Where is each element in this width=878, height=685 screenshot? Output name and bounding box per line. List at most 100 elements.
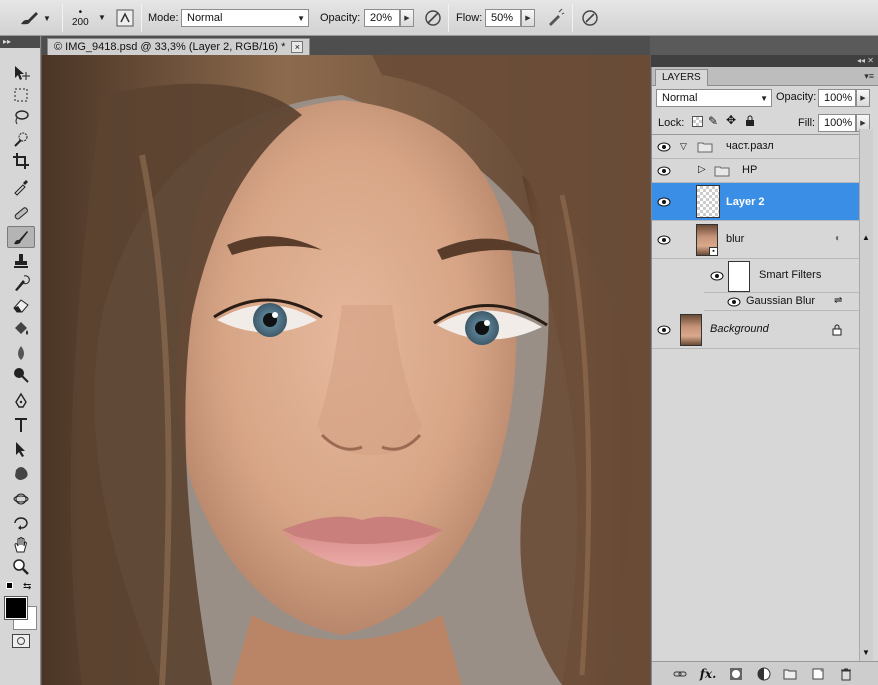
new-layer-icon (812, 668, 824, 680)
move-tool[interactable] (7, 62, 35, 84)
opacity-input[interactable]: 20% (364, 9, 400, 27)
brush-panel-icon (116, 9, 134, 27)
healing-brush-tool[interactable] (7, 202, 35, 224)
blur-tool-icon (18, 346, 24, 360)
eraser-tool[interactable] (7, 294, 35, 316)
clone-stamp-tool[interactable] (7, 250, 35, 272)
visibility-eye-icon[interactable] (656, 195, 672, 209)
blending-options-icon[interactable]: ⇌ (834, 295, 842, 306)
flow-input[interactable]: 50% (485, 9, 521, 27)
document-tab-bar: © IMG_9418.psd @ 33,3% (Layer 2, RGB/16)… (42, 36, 650, 55)
scroll-down-icon[interactable]: ▼ (862, 648, 870, 657)
layer-opacity-input[interactable]: 100% (818, 89, 856, 107)
document-canvas[interactable] (42, 55, 650, 685)
swap-colors-icon[interactable]: ⇆ (23, 582, 31, 592)
new-group-button[interactable] (782, 666, 798, 682)
panel-dock-header[interactable]: ◂◂ ✕ (651, 55, 878, 67)
document-tab[interactable]: © IMG_9418.psd @ 33,3% (Layer 2, RGB/16)… (47, 38, 311, 55)
visibility-eye-icon[interactable] (656, 164, 672, 178)
layer-row[interactable]: Background (652, 311, 859, 349)
zoom-tool[interactable] (7, 556, 35, 578)
brush-dot-icon: • (78, 6, 83, 18)
close-document-icon[interactable]: × (291, 41, 304, 53)
visibility-eye-icon[interactable] (709, 269, 725, 283)
pen-tool[interactable] (7, 390, 35, 412)
visibility-eye-icon[interactable] (656, 140, 672, 154)
opacity-slider-button[interactable]: ▶ (400, 9, 414, 27)
custom-shape-icon (15, 467, 28, 480)
quick-selection-tool[interactable] (7, 128, 35, 150)
dodge-tool[interactable] (7, 364, 35, 386)
smart-filter-indicator-icon[interactable]: ◐ (835, 233, 841, 244)
paint-bucket-tool[interactable] (7, 318, 35, 340)
visibility-eye-icon[interactable] (726, 295, 742, 309)
hand-tool[interactable] (7, 534, 35, 556)
add-mask-button[interactable] (728, 666, 744, 682)
new-layer-button[interactable] (810, 666, 826, 682)
adjustment-layer-button[interactable] (756, 666, 772, 682)
lock-position-icon[interactable]: ✥ (726, 113, 736, 127)
photoshop-window: ▼ • 200 ▼ Mode: Normal ▼ Opacity: 20% ▶ (0, 0, 878, 685)
layer-name: Background (710, 323, 769, 335)
delete-layer-button[interactable] (838, 666, 854, 682)
brush-panel-toggle[interactable] (116, 0, 134, 36)
layer-row[interactable]: ▷ HP (652, 159, 859, 183)
collapse-arrows-icon[interactable]: ▸▸ (0, 36, 40, 48)
opacity-label: Opacity: (320, 12, 361, 24)
layer-row-selected[interactable]: Layer 2 (652, 183, 859, 221)
dodge-icon (14, 368, 29, 383)
mode-select[interactable]: Normal ▼ (181, 0, 309, 36)
3d-rotate-tool[interactable] (7, 488, 35, 510)
brush-tool[interactable] (7, 226, 35, 248)
folder-icon (714, 165, 730, 180)
filter-row[interactable]: Gaussian Blur ⇌ (704, 293, 859, 311)
type-tool[interactable] (7, 414, 35, 436)
path-selection-tool[interactable] (7, 438, 35, 460)
blend-mode-select[interactable]: Normal ▼ (656, 89, 772, 107)
layer-name: HP (742, 164, 758, 176)
filter-mask-thumbnail (728, 261, 750, 292)
panel-menu-icon[interactable]: ▾≡ (864, 71, 874, 82)
foreground-color-swatch[interactable] (4, 596, 28, 620)
3d-orbit-tool[interactable] (7, 512, 35, 534)
chevron-down-icon[interactable]: ▼ (98, 13, 106, 22)
layer-opacity-slider-button[interactable]: ▶ (856, 89, 870, 107)
fill-input[interactable]: 100% (818, 114, 856, 132)
lock-transparency-icon[interactable] (692, 116, 703, 127)
flow-slider-button[interactable]: ▶ (521, 9, 535, 27)
airbrush-button[interactable] (546, 0, 566, 36)
layers-tab[interactable]: LAYERS (655, 69, 708, 86)
layer-row[interactable]: ▽ част.разл (652, 135, 859, 159)
layers-scrollbar[interactable]: ▲ ▼ (859, 129, 873, 661)
quick-mask-button[interactable] (12, 634, 30, 648)
layer-row[interactable]: ▪ blur ◐ (652, 221, 859, 259)
crop-tool[interactable] (7, 150, 35, 172)
blur-tool[interactable] (7, 342, 35, 364)
fx-icon[interactable]: fx. (700, 666, 717, 682)
collapsed-triangle-icon[interactable]: ▷ (698, 164, 706, 175)
scroll-up-icon[interactable]: ▲ (862, 233, 870, 242)
lasso-icon (15, 110, 29, 125)
visibility-eye-icon[interactable] (656, 233, 672, 247)
tablet-opacity-button[interactable] (423, 0, 443, 36)
layers-panel: LAYERS ▾≡ Normal ▼ Opacity: 100% ▶ Lock:… (651, 67, 878, 685)
custom-shape-tool[interactable] (7, 462, 35, 484)
brush-picker[interactable]: • 200 (72, 0, 89, 36)
eyedropper-tool[interactable] (7, 176, 35, 198)
lock-pixels-icon[interactable]: ✎ (708, 114, 718, 128)
3d-orbit-icon (14, 517, 28, 530)
lasso-tool[interactable] (7, 106, 35, 128)
default-colors-icon[interactable]: ⇆ (6, 582, 34, 594)
visibility-eye-icon[interactable] (656, 323, 672, 337)
expand-triangle-icon[interactable]: ▽ (680, 141, 687, 152)
history-brush-tool[interactable] (7, 272, 35, 294)
tool-preset-picker[interactable]: ▼ (18, 0, 51, 36)
lock-all-icon[interactable] (745, 115, 755, 127)
layers-footer: fx. (652, 661, 878, 685)
layer-thumbnail (696, 185, 720, 218)
link-layers-button[interactable] (672, 666, 688, 682)
healing-brush-icon (14, 207, 28, 220)
marquee-tool[interactable] (7, 84, 35, 106)
tablet-size-button[interactable] (580, 0, 600, 36)
smart-filters-row[interactable]: Smart Filters (704, 259, 859, 293)
